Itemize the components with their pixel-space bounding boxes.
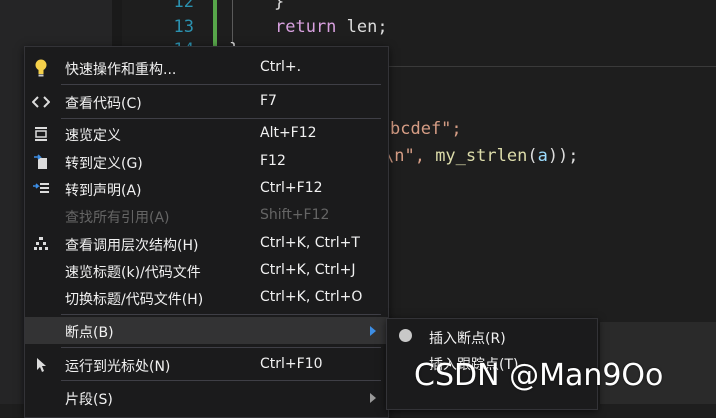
go-to-declaration-icon <box>31 179 51 199</box>
menu-item-shortcut: Ctrl+K, Ctrl+J <box>260 262 356 278</box>
menu-item-shortcut: Ctrl+. <box>260 59 302 75</box>
menu-item-label: 快速操作和重构... <box>65 62 177 78</box>
line-number: 12 <box>173 0 194 12</box>
code-line: return len; <box>275 17 388 37</box>
menu-item-label: 断点(B) <box>65 325 114 341</box>
menu-item-toggle-header[interactable]: 切换标题/代码文件(H) Ctrl+K, Ctrl+O <box>25 284 388 311</box>
menu-item-label: 查看代码(C) <box>65 96 142 112</box>
menu-item-shortcut: Ctrl+K, Ctrl+T <box>260 235 360 251</box>
menu-item-quick-actions[interactable]: 快速操作和重构... Ctrl+. <box>25 54 388 81</box>
code-icon <box>31 92 51 112</box>
menu-item-peek-header[interactable]: 速览标题(k)/代码文件 Ctrl+K, Ctrl+J <box>25 257 388 284</box>
code-function: my_strlen <box>435 146 528 166</box>
code-text: len; <box>336 17 388 37</box>
menu-item-call-hierarchy[interactable]: 查看调用层次结构(H) Ctrl+K, Ctrl+T <box>25 230 388 257</box>
menu-item-label: 运行到光标处(N) <box>65 359 171 375</box>
submenu-item-label: 插入断点(R) <box>429 331 506 347</box>
watermark: CSDN @Man9Oo <box>414 358 664 393</box>
context-menu: 快速操作和重构... Ctrl+. 查看代码(C) F7 速览定义 Alt+F1… <box>24 46 389 418</box>
run-to-cursor-icon <box>31 355 51 375</box>
menu-separator <box>61 314 381 315</box>
submenu-arrow-icon <box>370 326 376 336</box>
menu-item-shortcut: Ctrl+F10 <box>260 356 323 372</box>
submenu-item-insert-breakpoint[interactable]: 插入断点(R) <box>387 323 597 349</box>
keyword: return <box>275 17 337 37</box>
menu-item-go-to-definition[interactable]: 转到定义(G) F12 <box>25 148 388 175</box>
code-text: ( <box>527 146 538 166</box>
menu-item-shortcut: Shift+F12 <box>260 207 330 223</box>
menu-separator <box>61 84 381 85</box>
code-string: \n", <box>384 146 436 166</box>
menu-item-go-to-declaration[interactable]: 转到声明(A) Ctrl+F12 <box>25 175 388 202</box>
menu-item-peek-definition[interactable]: 速览定义 Alt+F12 <box>25 120 388 147</box>
menu-item-shortcut: F7 <box>260 93 277 109</box>
editor-divider <box>380 66 716 67</box>
menu-item-find-all-references: 查找所有引用(A) Shift+F12 <box>25 202 388 229</box>
menu-item-label: 片段(S) <box>65 392 113 408</box>
menu-item-shortcut: F12 <box>260 153 286 169</box>
menu-item-label: 速览标题(k)/代码文件 <box>65 265 201 281</box>
menu-separator <box>61 118 381 119</box>
menu-item-label: 查找所有引用(A) <box>65 210 170 226</box>
call-hierarchy-icon <box>31 234 51 254</box>
change-indicator <box>213 0 217 46</box>
code-fragment: bcdef"; <box>390 119 462 139</box>
menu-item-label: 转到定义(G) <box>65 156 143 172</box>
menu-separator <box>61 380 381 381</box>
menu-item-breakpoint[interactable]: 断点(B) <box>25 317 388 344</box>
menu-item-view-code[interactable]: 查看代码(C) F7 <box>25 88 388 115</box>
code-line: } <box>274 0 285 12</box>
menu-separator <box>61 347 381 348</box>
menu-item-shortcut: Alt+F12 <box>260 125 317 141</box>
peek-definition-icon <box>31 124 51 144</box>
menu-item-snippets[interactable]: 片段(S) <box>25 384 388 411</box>
menu-item-label: 切换标题/代码文件(H) <box>65 292 204 308</box>
code-fragment: \n", my_strlen(a)); <box>384 146 579 166</box>
go-to-definition-icon <box>31 152 51 172</box>
menu-item-shortcut: Ctrl+K, Ctrl+O <box>260 289 363 305</box>
menu-item-label: 查看调用层次结构(H) <box>65 238 199 254</box>
breakpoint-icon <box>399 329 412 342</box>
menu-item-label: 转到声明(A) <box>65 183 142 199</box>
menu-item-shortcut: Ctrl+F12 <box>260 180 323 196</box>
line-number: 13 <box>173 17 194 37</box>
code-identifier: a <box>537 146 548 166</box>
outline-guide <box>232 0 233 44</box>
submenu-arrow-icon <box>370 393 376 403</box>
menu-item-run-to-cursor[interactable]: 运行到光标处(N) Ctrl+F10 <box>25 351 388 378</box>
lightbulb-icon <box>31 58 51 78</box>
code-text: )); <box>547 146 579 166</box>
menu-item-label: 速览定义 <box>65 128 121 144</box>
